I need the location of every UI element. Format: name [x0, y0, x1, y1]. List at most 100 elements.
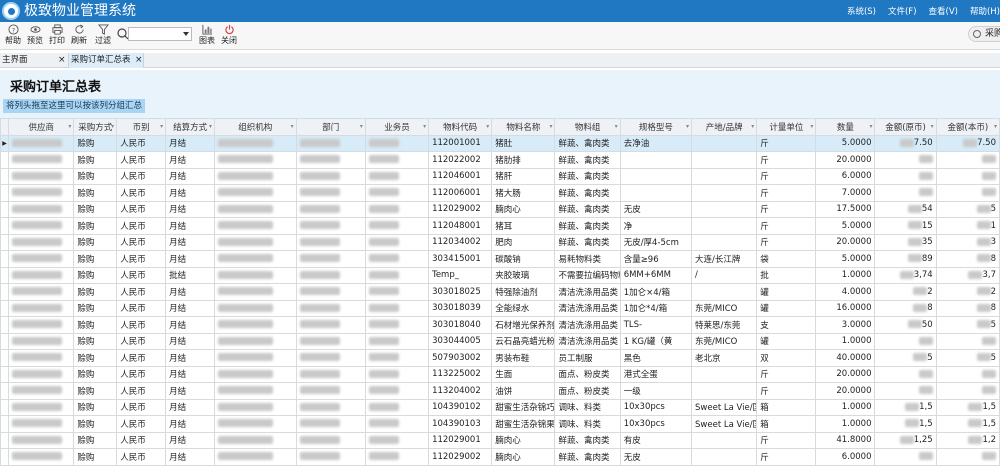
- table-cell[interactable]: [214, 134, 297, 152]
- table-cell[interactable]: [295, 250, 366, 268]
- table-cell[interactable]: 不需要拉编码物料: [554, 266, 621, 284]
- table-cell[interactable]: 月结: [165, 200, 216, 218]
- table-cell[interactable]: [691, 134, 758, 152]
- table-cell[interactable]: [691, 184, 758, 202]
- table-cell[interactable]: 箱: [756, 398, 817, 416]
- table-cell[interactable]: 男装布鞋: [491, 349, 556, 367]
- table-cell[interactable]: 特莱思/东莞: [691, 316, 758, 334]
- table-cell[interactable]: [8, 250, 75, 268]
- table-cell[interactable]: [691, 217, 758, 235]
- table-cell[interactable]: [691, 365, 758, 383]
- table-cell[interactable]: [364, 448, 430, 466]
- table-cell[interactable]: 猪肋排: [491, 151, 556, 169]
- column-filter-icon[interactable]: ▾: [686, 123, 689, 130]
- global-search[interactable]: 采购: [968, 26, 1000, 42]
- table-cell[interactable]: [935, 167, 1000, 185]
- table-cell[interactable]: 月结: [165, 349, 216, 367]
- column-filter-icon[interactable]: ▾: [423, 123, 426, 130]
- table-cell[interactable]: 支: [756, 316, 817, 334]
- table-cell[interactable]: 特强除油剂: [491, 283, 556, 301]
- table-cell[interactable]: 人民币: [116, 382, 167, 400]
- table-cell[interactable]: [364, 250, 430, 268]
- table-cell[interactable]: 112029002: [428, 200, 493, 218]
- table-cell[interactable]: 罐: [756, 332, 817, 350]
- table-cell[interactable]: 1,2: [935, 431, 1000, 449]
- table-cell[interactable]: 斤: [756, 365, 817, 383]
- table-cell[interactable]: 7.50: [874, 134, 937, 152]
- table-cell[interactable]: 112034002: [428, 233, 493, 251]
- table-cell[interactable]: [364, 233, 430, 251]
- table-row[interactable]: 赊购 人民币 月结 113204002 油饼 面点、粉皮类 一级 斤 20.0000: [0, 382, 1000, 400]
- table-cell[interactable]: [8, 365, 75, 383]
- table-cell[interactable]: 人民币: [116, 217, 167, 235]
- table-cell[interactable]: Sweet La Vie/国: [691, 415, 758, 433]
- table-cell[interactable]: [8, 217, 75, 235]
- group-by-area[interactable]: 将列头拖至这里可以按该列分组汇总: [3, 99, 146, 113]
- table-cell[interactable]: 赊购: [73, 217, 118, 235]
- close-icon[interactable]: ×: [58, 53, 66, 67]
- tab-main[interactable]: 主界面 ×: [0, 53, 68, 68]
- table-cell[interactable]: [8, 283, 75, 301]
- table-row[interactable]: 赊购 人民币 月结 303018040 石材增光保养剂 清洁洗涤用品类 TLS- 特莱思/东莞…: [0, 316, 1000, 334]
- table-cell[interactable]: [8, 184, 75, 202]
- table-cell[interactable]: [691, 151, 758, 169]
- table-cell[interactable]: [874, 167, 937, 185]
- table-cell[interactable]: 303415001: [428, 250, 493, 268]
- column-filter-icon[interactable]: ▾: [360, 123, 363, 130]
- table-cell[interactable]: 人民币: [116, 448, 167, 466]
- table-cell[interactable]: 2: [874, 283, 937, 301]
- table-row[interactable]: 赊购 人民币 月结 104390103 甜蜜生活杂锦果 调味、料类 10x30pcs Swee…: [0, 415, 1000, 433]
- table-cell[interactable]: 斤: [756, 184, 817, 202]
- table-cell[interactable]: 1加仑*4/箱: [619, 299, 693, 317]
- table-cell[interactable]: [364, 167, 430, 185]
- table-cell[interactable]: [214, 266, 297, 284]
- table-cell[interactable]: [295, 266, 366, 284]
- column-filter-icon[interactable]: ▾: [486, 123, 489, 130]
- table-cell[interactable]: [874, 184, 937, 202]
- table-cell[interactable]: [214, 332, 297, 350]
- table-cell[interactable]: [364, 283, 430, 301]
- table-cell[interactable]: 斤: [756, 233, 817, 251]
- table-cell[interactable]: 无皮/厚4-5cm: [619, 233, 693, 251]
- table-cell[interactable]: [874, 365, 937, 383]
- table-cell[interactable]: 35: [874, 233, 937, 251]
- table-cell[interactable]: [295, 349, 366, 367]
- filter-button[interactable]: 过滤: [92, 24, 114, 50]
- table-cell[interactable]: 赊购: [73, 250, 118, 268]
- table-cell[interactable]: 全能绿水: [491, 299, 556, 317]
- table-cell[interactable]: 10x30pcs: [619, 415, 693, 433]
- table-cell[interactable]: [295, 283, 366, 301]
- table-cell[interactable]: [619, 184, 693, 202]
- table-cell[interactable]: 104390103: [428, 415, 493, 433]
- table-cell[interactable]: [295, 167, 366, 185]
- table-row[interactable]: 赊购 人民币 月结 112006001 猪大肠 鲜蔬、禽肉类 斤 7.0000: [0, 184, 1000, 202]
- table-cell[interactable]: 月结: [165, 217, 216, 235]
- table-cell[interactable]: [295, 431, 366, 449]
- table-cell[interactable]: 鲜蔬、禽肉类: [554, 233, 621, 251]
- table-cell[interactable]: 1.0000: [815, 398, 876, 416]
- table-cell[interactable]: 1,5: [935, 398, 1000, 416]
- table-cell[interactable]: 3,74: [874, 266, 937, 284]
- table-cell[interactable]: 斤: [756, 382, 817, 400]
- table-cell[interactable]: 赊购: [73, 332, 118, 350]
- table-cell[interactable]: Sweet La Vie/国: [691, 398, 758, 416]
- table-cell[interactable]: 5: [935, 349, 1000, 367]
- table-row[interactable]: 赊购 人民币 月结 104390102 甜蜜生活杂锦巧 调味、料类 10x30pcs Swee…: [0, 398, 1000, 416]
- table-cell[interactable]: [295, 134, 366, 152]
- table-cell[interactable]: 月结: [165, 283, 216, 301]
- column-filter-icon[interactable]: ▾: [291, 123, 294, 130]
- table-cell[interactable]: 303018025: [428, 283, 493, 301]
- table-cell[interactable]: [935, 184, 1000, 202]
- table-cell[interactable]: 无皮: [619, 448, 693, 466]
- table-cell[interactable]: [364, 151, 430, 169]
- table-cell[interactable]: 人民币: [116, 233, 167, 251]
- table-cell[interactable]: 3.0000: [815, 316, 876, 334]
- table-cell[interactable]: [691, 233, 758, 251]
- table-row[interactable]: 赊购 人民币 月结 112029002 腩肉心 鲜蔬、禽肉类 无皮 斤 6.0000: [0, 448, 1000, 466]
- table-cell[interactable]: 3: [935, 233, 1000, 251]
- table-cell[interactable]: 303044005: [428, 332, 493, 350]
- table-cell[interactable]: 月结: [165, 382, 216, 400]
- table-cell[interactable]: [364, 365, 430, 383]
- table-cell[interactable]: 赊购: [73, 316, 118, 334]
- close-button[interactable]: 关闭: [218, 24, 240, 50]
